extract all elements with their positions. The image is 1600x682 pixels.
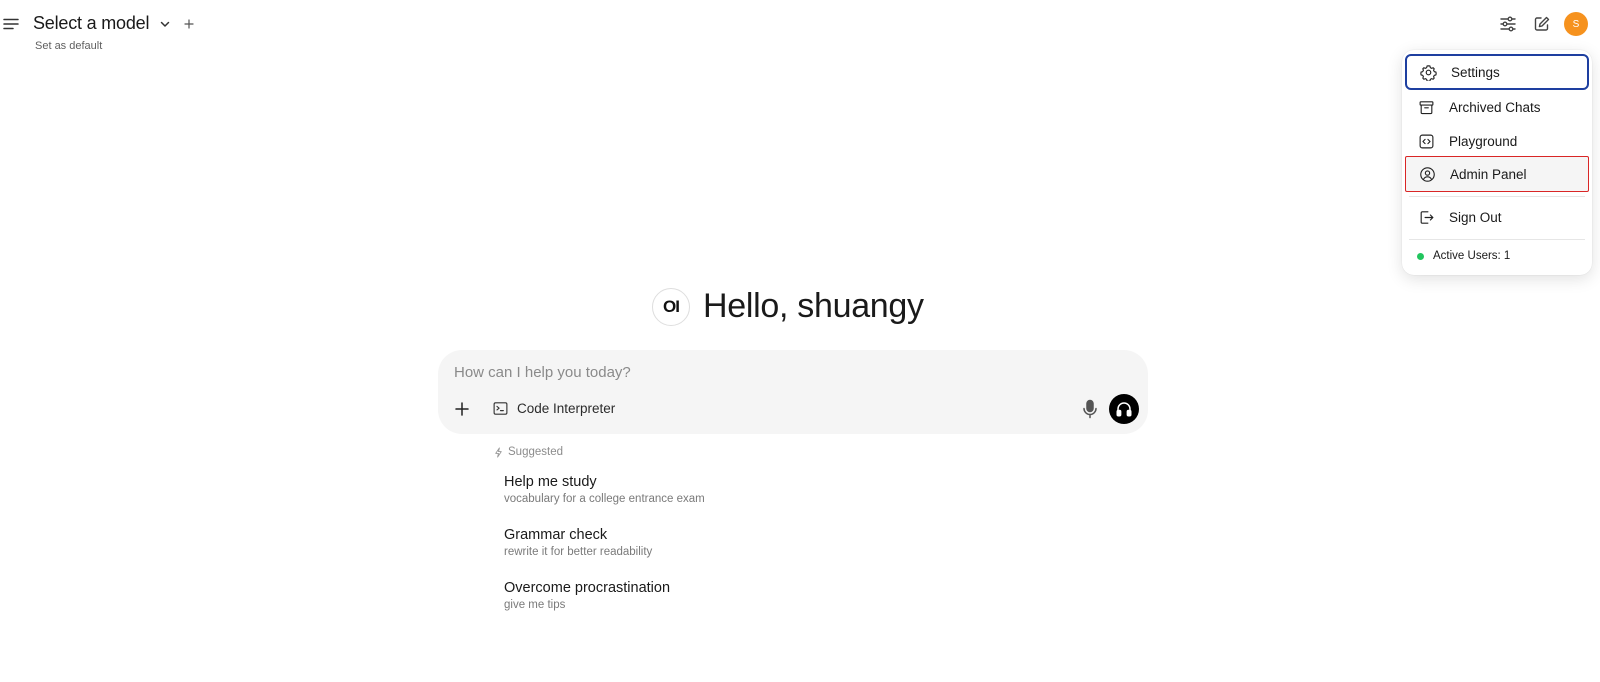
chat-input-box: Code Interpreter	[438, 350, 1148, 434]
headphones-icon	[1116, 402, 1132, 417]
menu-item-settings[interactable]: Settings	[1405, 54, 1589, 90]
suggestion-title: Help me study	[504, 474, 597, 490]
model-selector[interactable]: Select a model	[33, 13, 196, 34]
greeting-text: Hello, shuangy	[703, 287, 924, 325]
menu-item-playground[interactable]: Playground	[1405, 123, 1589, 159]
set-as-default-link[interactable]: Set as default	[35, 40, 102, 52]
code-interpreter-button[interactable]: Code Interpreter	[492, 400, 615, 417]
lightning-icon	[495, 446, 502, 458]
sidebar-toggle-icon[interactable]	[3, 16, 19, 32]
suggested-label: Suggested	[493, 446, 563, 458]
voice-mode-button[interactable]	[1109, 394, 1139, 424]
menu-divider	[1409, 196, 1585, 197]
add-model-plus-icon[interactable]	[182, 17, 196, 31]
code-interpreter-label: Code Interpreter	[517, 401, 616, 416]
menu-divider	[1409, 239, 1585, 240]
active-users-status: Active Users: 1	[1417, 250, 1510, 262]
suggestion-item[interactable]: Help me study vocabulary for a college e…	[504, 474, 705, 505]
attach-plus-icon[interactable]	[454, 401, 470, 417]
microphone-icon[interactable]	[1081, 399, 1099, 419]
controls-sliders-icon[interactable]	[1499, 15, 1517, 33]
chevron-down-icon[interactable]	[158, 17, 172, 31]
suggestion-item[interactable]: Overcome procrastination give me tips	[504, 580, 670, 611]
suggestion-subtitle: rewrite it for better readability	[504, 546, 653, 558]
archive-icon	[1418, 99, 1435, 116]
menu-item-label: Sign Out	[1449, 209, 1502, 225]
new-chat-pencil-icon[interactable]	[1533, 15, 1551, 33]
menu-item-label: Settings	[1451, 64, 1500, 80]
user-menu-dropdown: Settings Archived Chats Playground Admin…	[1402, 50, 1592, 275]
online-status-dot	[1417, 252, 1424, 260]
suggestion-title: Overcome procrastination	[504, 580, 671, 596]
menu-item-archived-chats[interactable]: Archived Chats	[1405, 89, 1589, 125]
user-circle-icon	[1419, 166, 1436, 183]
menu-item-label: Playground	[1449, 133, 1518, 149]
terminal-icon	[493, 402, 508, 415]
chat-input[interactable]	[454, 364, 1054, 381]
suggestion-item[interactable]: Grammar check rewrite it for better read…	[504, 527, 652, 558]
menu-item-sign-out[interactable]: Sign Out	[1405, 199, 1589, 235]
menu-item-label: Admin Panel	[1450, 166, 1527, 182]
user-avatar[interactable]: S	[1564, 12, 1588, 36]
greeting: OI Hello, shuangy	[652, 287, 924, 326]
suggestion-subtitle: give me tips	[504, 599, 566, 611]
suggestion-title: Grammar check	[504, 527, 608, 543]
app-logo: OI	[652, 287, 690, 326]
sign-out-icon	[1418, 209, 1435, 226]
menu-item-admin-panel[interactable]: Admin Panel	[1405, 156, 1589, 192]
model-selector-label[interactable]: Select a model	[33, 13, 149, 34]
suggested-label-text: Suggested	[508, 446, 563, 458]
code-icon	[1418, 133, 1435, 150]
suggestion-subtitle: vocabulary for a college entrance exam	[504, 493, 705, 505]
gear-icon	[1420, 64, 1437, 81]
active-users-label: Active Users: 1	[1433, 250, 1511, 262]
menu-item-label: Archived Chats	[1449, 99, 1541, 115]
